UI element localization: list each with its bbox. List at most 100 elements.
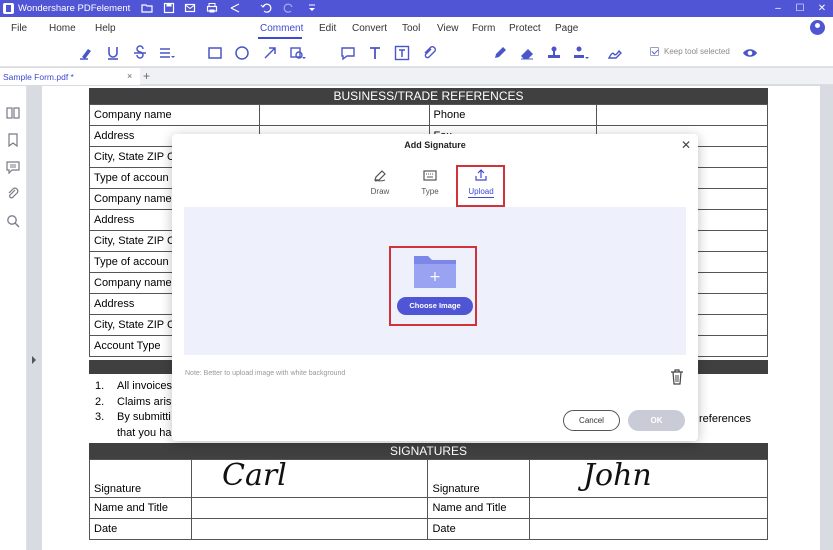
attachment-icon[interactable] (6, 187, 20, 201)
rectangle-icon[interactable] (207, 45, 223, 61)
list-item: that you ha (95, 426, 172, 442)
stamp-icon[interactable] (546, 45, 562, 61)
upload-note: Note: Better to upload image with white … (185, 370, 346, 377)
table-cell: Company name (89, 104, 260, 126)
folder-icon[interactable]: + (412, 252, 458, 292)
list-number: 2. (95, 395, 105, 408)
menu-file[interactable]: File (11, 23, 27, 34)
table-cell: Phone (428, 104, 598, 126)
tab-type[interactable]: Type (412, 168, 448, 196)
attachment-icon[interactable] (421, 45, 437, 61)
stamp-dropdown-icon[interactable] (573, 45, 589, 61)
search-icon[interactable] (6, 214, 20, 228)
choose-image-button[interactable]: Choose Image (397, 297, 473, 315)
table-cell[interactable] (529, 497, 768, 519)
table-cell: Name and Title (427, 497, 531, 519)
typewriter-icon[interactable] (367, 45, 383, 61)
cancel-button[interactable]: Cancel (563, 410, 620, 431)
menu-page[interactable]: Page (555, 23, 578, 34)
save-icon[interactable] (163, 2, 175, 14)
sticky-note-icon[interactable] (340, 45, 356, 61)
list-text: By submitti (117, 411, 171, 423)
eraser-icon[interactable] (519, 45, 535, 61)
tab-label: Sample Form.pdf * (3, 72, 74, 82)
list-number: 3. (95, 411, 105, 423)
sidebar-expand-arrow-icon[interactable] (32, 356, 36, 364)
text-box-icon[interactable] (394, 45, 410, 61)
tab-label: Draw (370, 187, 390, 196)
redo-icon[interactable] (283, 2, 295, 14)
new-tab-button[interactable]: + (143, 69, 150, 83)
dialog-title: Add Signature (404, 140, 466, 150)
menu-comment[interactable]: Comment (260, 23, 303, 34)
table-cell[interactable] (258, 104, 430, 126)
list-item: 3. By submitti (95, 410, 172, 426)
trash-icon[interactable] (670, 369, 684, 385)
text-lines-dropdown-icon[interactable] (159, 45, 175, 61)
list-item: 1. All invoices (95, 379, 172, 395)
list-number: 1. (95, 380, 105, 392)
menu-home[interactable]: Home (49, 23, 76, 34)
checkbox-icon[interactable] (650, 47, 659, 56)
menu-protect[interactable]: Protect (509, 23, 541, 34)
close-window-button[interactable]: ✕ (808, 0, 833, 17)
underline-icon[interactable] (105, 45, 121, 61)
email-icon[interactable] (184, 2, 196, 14)
business-references-header: BUSINESS/TRADE REFERENCES (89, 88, 768, 104)
app-title: Wondershare PDFelement (18, 3, 131, 14)
menu-help[interactable]: Help (95, 23, 116, 34)
table-row: Company name Phone (89, 104, 768, 126)
tab-sample-form[interactable]: Sample Form.pdf * × (0, 68, 140, 85)
list-text: All invoices (117, 380, 173, 392)
upload-tab-highlight (456, 165, 505, 207)
table-cell[interactable] (596, 104, 768, 126)
share-icon[interactable] (229, 2, 241, 14)
table-row: Name and Title Name and Title (89, 497, 768, 519)
references-text-fragment: references (699, 413, 751, 425)
tab-draw[interactable]: Draw (362, 168, 398, 196)
table-cell: Name and Title (89, 497, 192, 519)
menu-tool[interactable]: Tool (402, 23, 420, 34)
ok-button[interactable]: OK (628, 410, 685, 431)
table-cell: Date (89, 518, 192, 540)
folder-icon[interactable] (141, 2, 153, 14)
title-bar: Wondershare PDFelement (0, 0, 833, 17)
folder-plus: + (429, 269, 441, 285)
menu-view[interactable]: View (437, 23, 459, 34)
document-tab-bar: Sample Form.pdf * × + (0, 68, 833, 85)
keep-tool-label: Keep tool selected (664, 47, 730, 56)
keyboard-icon (423, 168, 437, 182)
oval-icon[interactable] (234, 45, 250, 61)
keep-tool-selected-checkbox[interactable]: Keep tool selected (650, 47, 730, 56)
table-cell: Signature (427, 459, 531, 498)
table-cell[interactable] (190, 518, 429, 540)
table-cell[interactable] (529, 518, 768, 540)
close-tab-icon[interactable]: × (127, 71, 132, 81)
table-cell: Signature (89, 459, 192, 498)
user-avatar-icon[interactable] (810, 20, 825, 35)
left-sidebar (0, 86, 27, 550)
highlight-icon[interactable] (78, 45, 94, 61)
menu-edit[interactable]: Edit (319, 23, 336, 34)
signature-icon[interactable] (607, 45, 623, 61)
eye-icon[interactable] (742, 45, 758, 61)
comments-icon[interactable] (6, 160, 20, 175)
tab-label: Type (421, 187, 439, 196)
pencil-icon[interactable] (492, 45, 508, 61)
terms-list: 1. All invoices 2. Claims aris 3. By submit… (95, 379, 172, 441)
print-icon[interactable] (206, 2, 218, 14)
table-cell[interactable] (190, 497, 429, 519)
menu-form[interactable]: Form (472, 23, 495, 34)
handwritten-signature-john: John (583, 458, 652, 493)
shapes-dropdown-icon[interactable] (290, 45, 306, 61)
bookmark-icon[interactable] (6, 133, 20, 148)
menu-convert[interactable]: Convert (352, 23, 387, 34)
thumbnails-icon[interactable] (6, 106, 20, 120)
strikethrough-icon[interactable] (132, 45, 148, 61)
dialog-close-icon[interactable]: ✕ (681, 138, 691, 152)
arrow-icon[interactable] (262, 45, 278, 61)
app-logo-icon (3, 3, 14, 14)
table-cell: Date (427, 518, 531, 540)
undo-icon[interactable] (260, 2, 272, 14)
customize-dropdown-icon[interactable] (306, 2, 318, 14)
